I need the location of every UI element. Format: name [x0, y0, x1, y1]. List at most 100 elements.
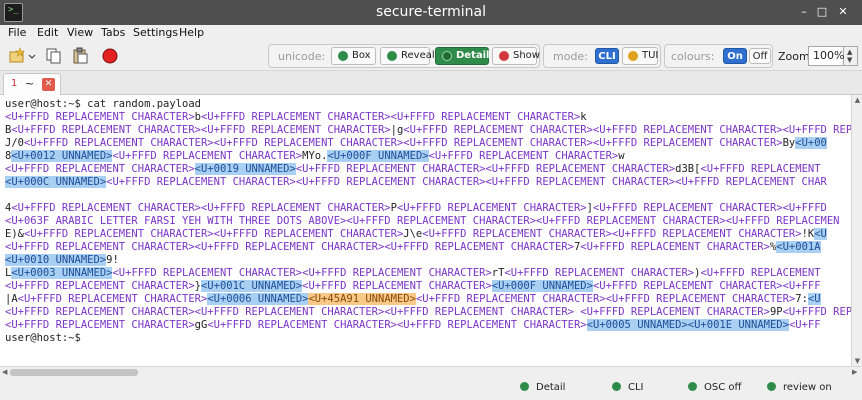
terminal-text: <U+FFFD REPLACEMENT CHARACTER> — [485, 163, 676, 175]
unicode-highlight: <U+000C UNNAMED> — [5, 176, 107, 188]
terminal-line: L<U+0003 UNNAMED><U+FFFD REPLACEMENT CHA… — [5, 267, 851, 280]
unicode-highlight: <U+0010 UNNAMED> — [5, 254, 107, 266]
terminal-text: <U+FFFD REPLACEMENT CHARACTER> — [11, 124, 201, 136]
zoom-input[interactable]: 100% — [808, 46, 844, 66]
tab-home[interactable]: 1 ~ ✕ — [3, 73, 61, 95]
terminal-text: 9P — [769, 306, 783, 318]
zoom-up-icon[interactable]: ▲ — [847, 48, 852, 56]
scroll-left-icon[interactable]: ◀ — [2, 368, 7, 376]
terminal-text: <U+FFFD REPLACEMENT CHARACTER> — [428, 150, 619, 162]
horizontal-scrollbar[interactable]: ◀ ▶ — [0, 366, 862, 378]
unicode-highlight: <U+0003 UNNAMED> — [11, 267, 113, 279]
mode-tui-button[interactable]: TUI — [622, 47, 658, 65]
mode-label: mode: — [553, 50, 588, 63]
terminal-text: <U+FFFD REPLACEMENT CHARACTER> — [5, 306, 195, 318]
menu-bar: File Edit View Tabs Settings Help — [0, 25, 862, 41]
colours-label: colours: — [671, 50, 715, 63]
close-window-button[interactable]: ✕ — [836, 5, 850, 19]
new-session-icon[interactable] — [8, 47, 26, 65]
terminal-text: <U+FFFD REPLACEMENT CHARACTER> — [782, 124, 851, 136]
terminal-text: <U+FFFD REPLACEMENT CHARACTER> — [390, 111, 581, 123]
terminal-text: <U+FFFD REPLACEMENT CHARACTER> — [592, 202, 783, 214]
unicode-highlight: <U+0012 UNNAMED> — [11, 150, 113, 162]
osc-indicator-icon — [688, 382, 697, 391]
review-indicator-icon — [767, 382, 776, 391]
unicode-detail-button[interactable]: Detail — [435, 47, 489, 65]
terminal-text: <U+FF — [788, 319, 821, 331]
terminal-text: <U+FFFD REPLACEMENT — [700, 163, 821, 175]
terminal-line: J/0<U+FFFD REPLACEMENT CHARACTER><U+FFFD… — [5, 137, 851, 150]
unicode-highlight: <U+001A — [776, 241, 821, 253]
scroll-right-icon[interactable]: ▶ — [852, 368, 857, 376]
horizontal-scroll-thumb[interactable] — [10, 369, 138, 376]
menu-settings[interactable]: Settings — [133, 26, 178, 39]
terminal-text: <U+FFFD REPLACEMENT CHARACTER> — [504, 267, 695, 279]
tab-label: ~ — [25, 77, 35, 90]
terminal-text: <U+FFFD REPLACEMENT CHARACTER> — [302, 267, 492, 279]
terminal-text: <U+FFFD REPLACEMENT CHARACTER> — [200, 202, 391, 214]
menu-view[interactable]: View — [67, 26, 93, 39]
terminal-text: <U+FFFD REPLACEMENT CHARACTER> — [200, 111, 391, 123]
dropdown-chevron-icon[interactable] — [27, 47, 37, 65]
terminal-output[interactable]: user@host:~$ cat random.payload <U+FFFD R… — [0, 95, 851, 366]
toolbar: unicode: Box Reveal Detail Show mode: CL… — [0, 41, 862, 71]
terminal-text: <U+FFFD REPLACEMENT CHARACTER> — [194, 306, 385, 318]
maximize-button[interactable]: □ — [815, 5, 829, 19]
terminal-text: J/0 — [5, 137, 24, 149]
zoom-down-icon[interactable]: ▼ — [847, 56, 852, 64]
terminal-text: 9! — [106, 254, 119, 266]
status-detail: Detail — [520, 382, 565, 393]
terminal-text: <U+FFFD REPLACEMENT CHARACTER> — [580, 241, 770, 253]
minimize-button[interactable]: – — [797, 5, 811, 19]
terminal-text: d3B[ — [675, 163, 701, 175]
terminal-line: <U+063F ARABIC LETTER FARSI YEH WITH THR… — [5, 215, 851, 228]
colours-on-button[interactable]: On — [723, 48, 747, 64]
scroll-up-icon[interactable]: ▲ — [853, 96, 862, 104]
unicode-reveal-button[interactable]: Reveal — [380, 47, 435, 65]
menu-file[interactable]: File — [8, 26, 26, 39]
terminal-text: <U+FFFD REPLACEMENT CHARACTER> — [207, 319, 397, 331]
terminal-line: <U+FFFD REPLACEMENT CHARACTER><U+FFFD RE… — [5, 306, 851, 319]
title-bar: >_ secure-terminal – □ ✕ — [0, 0, 862, 25]
scroll-down-icon[interactable]: ▼ — [853, 357, 862, 365]
status-bar: Detail CLI OSC off review on — [0, 378, 862, 400]
terminal-text: <U+FFFD REPLACEMENT CHARACTER> — [611, 228, 802, 240]
terminal-text: <U+FFFD REPLACEMENT CHARACTER> — [17, 293, 208, 305]
terminal-text: rT — [491, 267, 505, 279]
tui-status-dot-icon — [628, 51, 638, 61]
terminal-text: <U+FFFD — [782, 202, 827, 214]
show-status-dot-icon — [499, 51, 509, 61]
unicode-show-button[interactable]: Show — [492, 47, 540, 65]
copy-icon[interactable] — [45, 47, 63, 65]
terminal-text: <U+FFFD REPLACEMENT CHARACTER> — [592, 124, 783, 136]
mode-cli-button[interactable]: CLI — [595, 48, 619, 64]
record-stop-icon[interactable] — [101, 47, 119, 65]
unicode-highlight: <U+00 — [795, 137, 827, 149]
terminal-text: <U+FFF — [782, 280, 821, 292]
status-review-label: review on — [783, 382, 832, 393]
unicode-highlight: <U+001E UNNAMED> — [687, 319, 789, 331]
zoom-spinner[interactable]: ▲ ▼ — [844, 46, 858, 66]
unicode-highlight: <U+000F UNNAMED> — [491, 280, 593, 292]
menu-help[interactable]: Help — [179, 26, 204, 39]
terminal-text: !K — [801, 228, 815, 240]
terminal-text: <U+FFFD REPLACEMENT CHARACTER> — [422, 228, 612, 240]
paste-icon[interactable] — [71, 47, 89, 65]
tab-close-icon[interactable]: ✕ — [42, 78, 55, 91]
terminal-line: <U+FFFD REPLACEMENT CHARACTER>b<U+FFFD R… — [5, 111, 851, 124]
status-osc: OSC off — [688, 382, 741, 393]
unicode-box-button[interactable]: Box — [331, 47, 376, 65]
colours-off-button[interactable]: Off — [749, 48, 771, 64]
tab-number: 1 — [11, 78, 18, 89]
unicode-highlight: <U+0006 UNNAMED> — [207, 293, 309, 305]
menu-edit[interactable]: Edit — [37, 26, 58, 39]
vertical-scrollbar[interactable]: ▲ ▼ — [851, 95, 862, 366]
terminal-text: E)& — [5, 228, 24, 240]
unicode-label: unicode: — [278, 50, 326, 63]
unicode-highlight: <U+001C UNNAMED> — [200, 280, 303, 292]
unicode-highlight: <U+0019 UNNAMED> — [194, 163, 296, 175]
menu-tabs[interactable]: Tabs — [101, 26, 125, 39]
cli-indicator-icon — [612, 382, 621, 391]
terminal-text: <U+FFFD REPLACEMENT CHARACTER> — [295, 163, 486, 175]
